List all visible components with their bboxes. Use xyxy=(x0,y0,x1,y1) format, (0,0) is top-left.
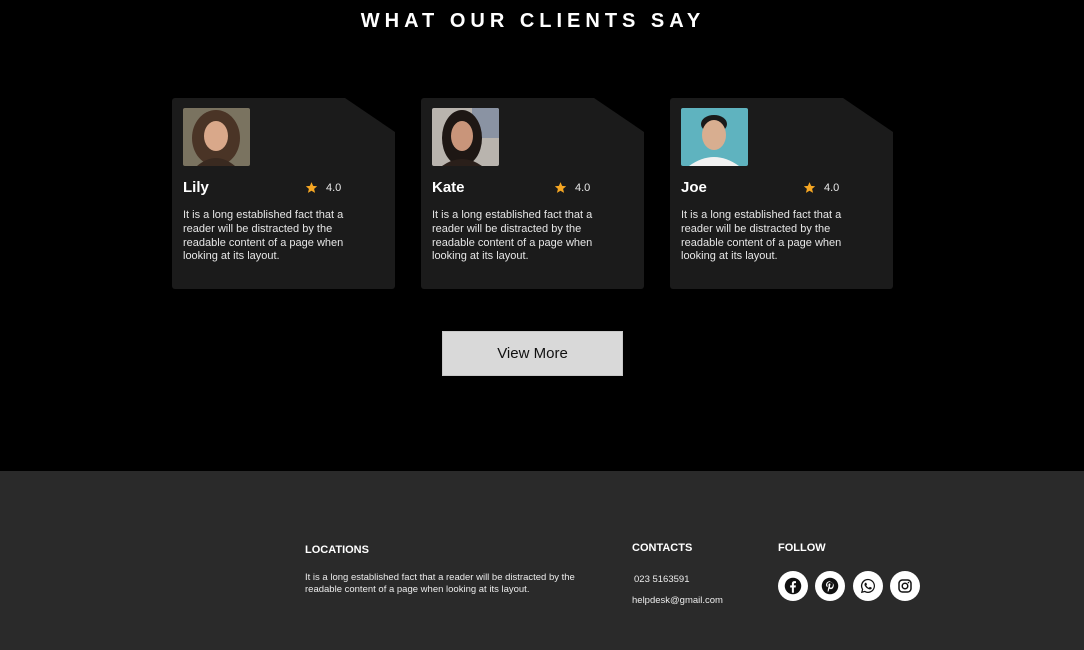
rating-value: 4.0 xyxy=(575,181,591,194)
star-icon xyxy=(305,182,318,193)
client-name: Joe xyxy=(681,179,707,196)
rating-value: 4.0 xyxy=(824,181,840,194)
section-title: WHAT OUR CLIENTS SAY xyxy=(360,10,706,32)
follow-title: FOLLOW xyxy=(778,542,826,554)
avatar xyxy=(432,108,499,166)
locations-title: LOCATIONS xyxy=(305,544,369,556)
star-icon xyxy=(554,182,567,193)
rating: 4.0 xyxy=(305,181,341,194)
testimonial-text: It is a long established fact that a rea… xyxy=(432,209,593,263)
pinterest-button[interactable] xyxy=(815,571,845,601)
testimonial-card: Joe 4.0 It is a long established fact th… xyxy=(670,98,893,289)
testimonial-text: It is a long established fact that a rea… xyxy=(183,209,344,263)
email-address[interactable]: helpdesk@gmail.com xyxy=(632,595,723,607)
facebook-icon xyxy=(784,577,802,595)
facebook-button[interactable] xyxy=(778,571,808,601)
pinterest-icon xyxy=(821,577,839,595)
testimonial-card: Kate 4.0 It is a long established fact t… xyxy=(421,98,644,289)
whatsapp-icon xyxy=(860,578,875,594)
rating: 4.0 xyxy=(554,181,590,194)
client-name: Kate xyxy=(432,179,465,196)
avatar xyxy=(681,108,748,166)
footer: LOCATIONS It is a long established fact … xyxy=(0,471,1084,650)
phone-number[interactable]: 023 5163591 xyxy=(634,574,689,586)
contacts-title: CONTACTS xyxy=(632,542,693,554)
instagram-button[interactable] xyxy=(890,571,920,601)
testimonial-text: It is a long established fact that a rea… xyxy=(681,209,842,263)
locations-text: It is a long established fact that a rea… xyxy=(305,572,575,595)
whatsapp-button[interactable] xyxy=(853,571,883,601)
rating: 4.0 xyxy=(803,181,839,194)
avatar xyxy=(183,108,250,166)
star-icon xyxy=(803,182,816,193)
client-name: Lily xyxy=(183,179,209,196)
testimonial-card: Lily 4.0 It is a long established fact t… xyxy=(172,98,395,289)
view-more-button[interactable]: View More xyxy=(442,331,623,376)
instagram-icon xyxy=(898,579,912,593)
rating-value: 4.0 xyxy=(326,181,342,194)
